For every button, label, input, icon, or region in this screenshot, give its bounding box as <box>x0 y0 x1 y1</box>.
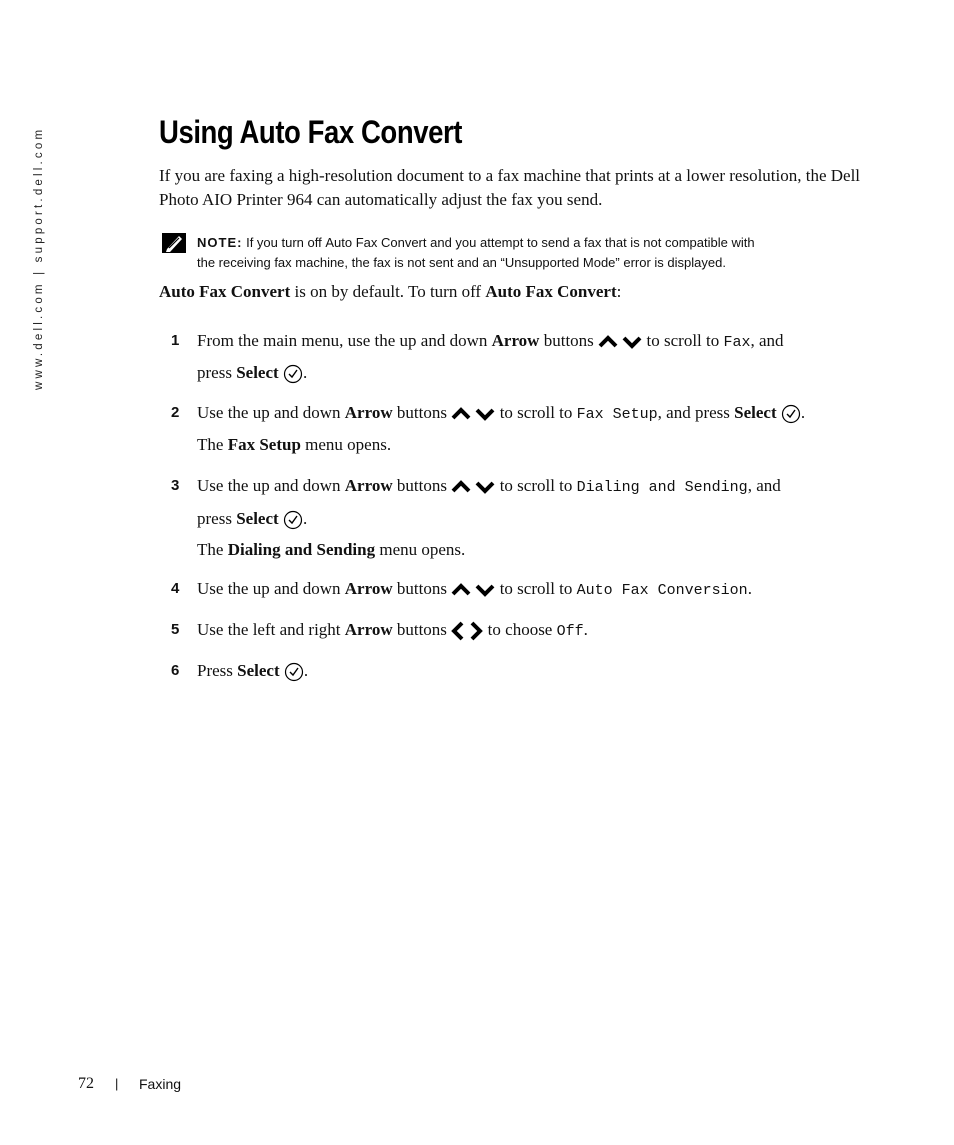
step-6: 6 Press Select . <box>171 656 871 686</box>
left-arrow-icon <box>451 621 464 641</box>
step-text: Use the left and right <box>197 620 345 639</box>
note-pencil-icon <box>162 233 186 253</box>
step-bold: Select <box>734 403 777 422</box>
step-5: 5 Use the left and right Arrow buttons t… <box>171 615 871 647</box>
down-arrow-icon <box>476 584 495 597</box>
step-1: 1 From the main menu, use the up and dow… <box>171 326 871 388</box>
right-arrow-icon <box>471 621 484 641</box>
step-bold: Fax Setup <box>227 435 301 454</box>
step-text: . <box>747 579 752 598</box>
step-2: 2 Use the up and down Arrow buttons to s… <box>171 398 871 460</box>
lead-end: : <box>616 282 622 301</box>
step-text: to scroll to <box>495 579 577 598</box>
note-emphasis: Auto Fax Convert <box>325 235 427 250</box>
menu-item-name: Off <box>556 623 584 640</box>
menu-item-name: Fax Setup <box>576 406 658 423</box>
step-text: Press <box>197 661 238 680</box>
step-text: press <box>197 509 237 528</box>
side-header: www.dell.com | support.dell.com <box>33 126 45 390</box>
step-bold: Arrow <box>344 579 393 598</box>
step-text: buttons <box>392 620 447 639</box>
intro-paragraph: If you are faxing a high-resolution docu… <box>159 166 861 209</box>
lead-bold-1: Auto Fax Convert <box>159 282 291 301</box>
step-bold: Select <box>237 661 280 680</box>
step-number: 5 <box>171 621 180 638</box>
select-check-icon <box>284 662 303 682</box>
step-number: 1 <box>171 332 180 349</box>
step-text: . <box>302 363 308 382</box>
menu-item-name: Auto Fax Conversion <box>576 582 748 599</box>
select-check-icon <box>283 364 303 384</box>
step-text: . <box>583 620 588 639</box>
step-number: 2 <box>171 404 180 421</box>
step-number: 4 <box>171 580 180 597</box>
step-bold: Dialing and Sending <box>227 540 376 559</box>
note-line2: the receiving fax machine, the fax is no… <box>197 255 726 270</box>
step-text: . <box>800 403 806 422</box>
select-check-icon <box>781 404 800 424</box>
step-text: menu opens. <box>375 540 466 559</box>
step-text: press <box>197 363 237 382</box>
step-text: to scroll to <box>495 403 577 422</box>
step-3: 3 Use the up and down Arrow buttons to s… <box>171 470 871 565</box>
step-text: Use the up and down <box>197 476 345 495</box>
step-bold: Select <box>236 509 279 528</box>
step-text: The <box>197 435 228 454</box>
menu-item-name: Dialing and Sending <box>576 479 748 496</box>
step-number: 3 <box>171 477 180 494</box>
step-text: buttons <box>539 331 594 350</box>
up-arrow-icon <box>598 335 618 348</box>
note-text-cont: and you attempt to send a fax that is no… <box>430 235 755 250</box>
up-arrow-icon <box>451 407 471 420</box>
step-text: . <box>303 661 309 680</box>
select-check-icon <box>283 510 303 530</box>
step-text: Use the up and down <box>197 579 345 598</box>
step-bold: Select <box>236 363 279 382</box>
step-text: From the main menu, use the up and down <box>197 331 492 350</box>
lead-bold-2: Auto Fax Convert <box>485 282 617 301</box>
down-arrow-icon <box>476 481 495 494</box>
step-bold: Arrow <box>344 620 393 639</box>
step-text: , and press <box>657 403 735 422</box>
lead-paragraph: Auto Fax Convert is on by default. To tu… <box>159 282 621 302</box>
step-bold: Arrow <box>344 476 393 495</box>
step-text: buttons <box>392 579 447 598</box>
step-text: . <box>302 509 308 528</box>
page-title: Using Auto Fax Convert <box>159 114 462 150</box>
up-arrow-icon <box>451 480 471 493</box>
step-bold: Arrow <box>491 331 540 350</box>
step-text: menu opens. <box>300 435 392 454</box>
menu-item-name: Fax <box>723 334 751 351</box>
down-arrow-icon <box>476 408 495 421</box>
footer-separator: | <box>115 1076 119 1091</box>
step-text: , and <box>747 476 781 495</box>
step-bold: Arrow <box>344 403 393 422</box>
step-text: to choose <box>483 620 557 639</box>
step-text: to scroll to <box>495 476 577 495</box>
footer-section: Faxing <box>139 1076 182 1092</box>
step-text: buttons <box>392 403 447 422</box>
note-box: NOTE: If you turn off Auto Fax Convert a… <box>162 233 862 273</box>
step-text: Use the up and down <box>197 403 345 422</box>
step-4: 4 Use the up and down Arrow buttons to s… <box>171 574 871 606</box>
step-text: The <box>197 540 228 559</box>
down-arrow-icon <box>622 336 642 349</box>
page-number: 72 <box>78 1075 94 1092</box>
step-text: buttons <box>392 476 447 495</box>
lead-text: is on by default. To turn off <box>290 282 486 301</box>
step-number: 6 <box>171 662 180 679</box>
up-arrow-icon <box>451 583 471 596</box>
note-label: NOTE: <box>197 235 243 250</box>
step-text: to scroll to <box>642 331 724 350</box>
note-text: If you turn off <box>246 235 322 250</box>
step-text: , and <box>750 331 784 350</box>
